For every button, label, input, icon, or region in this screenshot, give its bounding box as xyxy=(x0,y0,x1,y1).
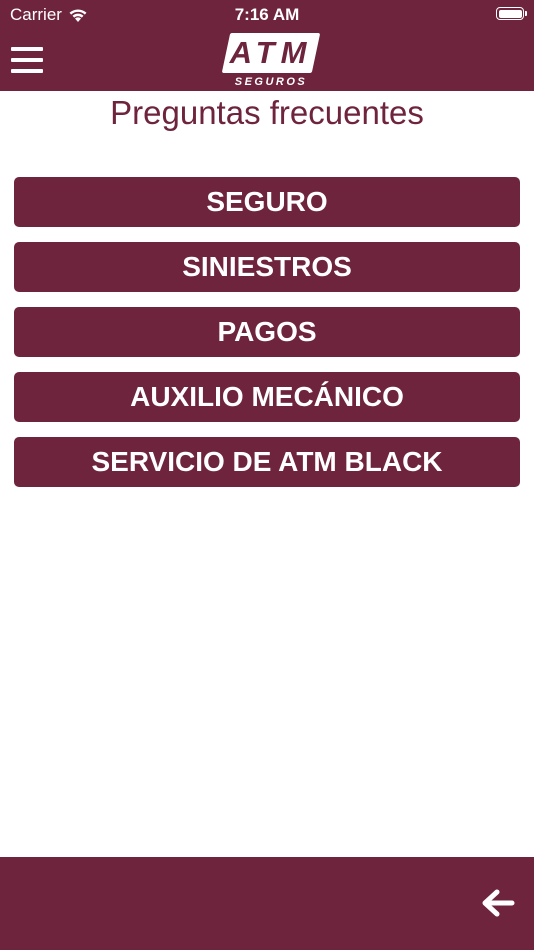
faq-list: SEGURO SINIESTROS PAGOS AUXILIO MECÁNICO… xyxy=(14,177,520,502)
battery-icon xyxy=(496,7,527,20)
arrow-left-icon xyxy=(482,889,515,917)
header-bar: Carrier 7:16 AM ATM SEGUROS xyxy=(0,0,534,91)
menu-button[interactable] xyxy=(11,45,43,75)
faq-button-siniestros[interactable]: SINIESTROS xyxy=(14,242,520,292)
atm-seguros-logo: ATM SEGUROS xyxy=(221,33,321,89)
faq-button-servicio-atm-black[interactable]: SERVICIO DE ATM BLACK xyxy=(14,437,520,487)
logo-subtext: SEGUROS xyxy=(234,76,308,88)
faq-button-pagos[interactable]: PAGOS xyxy=(14,307,520,357)
hamburger-line xyxy=(11,69,43,73)
hamburger-line xyxy=(11,58,43,62)
bottom-bar xyxy=(0,857,534,950)
hamburger-menu-icon xyxy=(11,47,43,51)
page-title: Preguntas frecuentes xyxy=(110,94,424,131)
faq-button-auxilio-mecanico[interactable]: AUXILIO MECÁNICO xyxy=(14,372,520,422)
logo-text: ATM xyxy=(229,35,313,70)
status-time: 7:16 AM xyxy=(234,5,300,24)
back-button[interactable] xyxy=(480,885,516,921)
faq-button-seguro[interactable]: SEGURO xyxy=(14,177,520,227)
